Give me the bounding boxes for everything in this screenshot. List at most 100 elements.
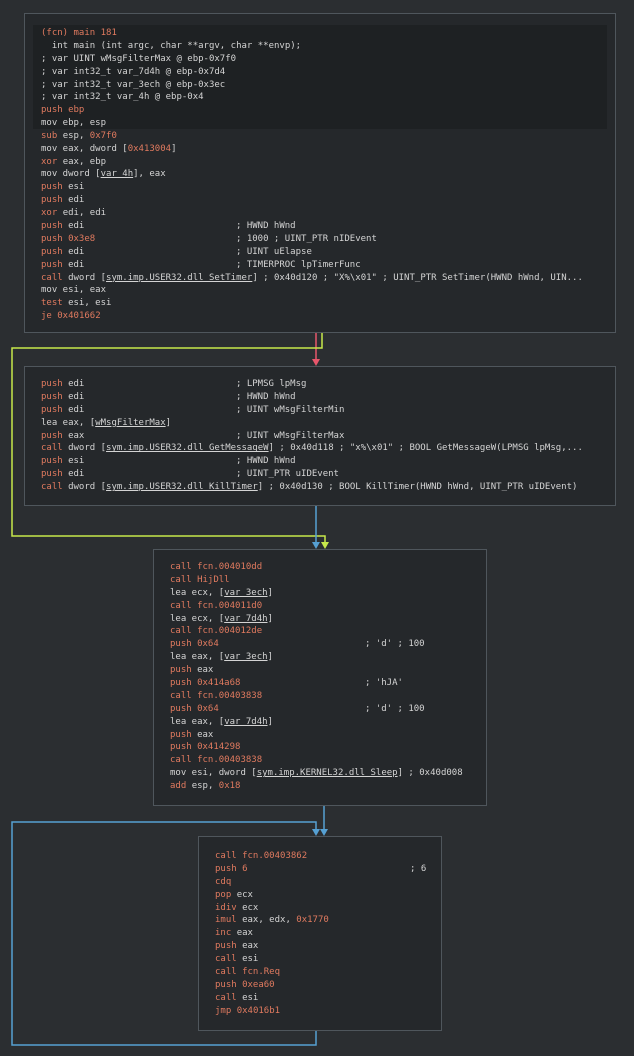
asm-line[interactable]: push edi	[41, 194, 583, 207]
asm-line[interactable]: push edi ; UINT wMsgFilterMin	[41, 404, 583, 417]
asm-line[interactable]: mov dword [var_4h], eax	[41, 168, 583, 181]
asm-line[interactable]: push 0x64 ; 'd' ; 100	[170, 638, 463, 651]
asm-line[interactable]: (fcn) main 181	[41, 27, 301, 40]
asm-token: ]	[267, 587, 273, 598]
basic-block-getmessage[interactable]: push edi ; LPMSG lpMsg push edi ; HWND hWnd…	[24, 366, 616, 506]
asm-line[interactable]: call fcn.00403862	[215, 850, 329, 863]
asm-line[interactable]: mov esi, dword [sym.imp.KERNEL32.dll_Sle…	[170, 767, 463, 780]
asm-comment: ; HWND hWnd	[236, 456, 296, 467]
asm-token: call HijDll	[170, 574, 230, 585]
asm-line[interactable]: push 0x414a68 ; 'hJA'	[170, 677, 463, 690]
asm-line[interactable]: xor eax, ebp	[41, 156, 583, 169]
asm-token: ] ; 0x40d008	[397, 768, 463, 779]
asm-line[interactable]: cdq	[215, 876, 329, 889]
asm-line[interactable]: ; var int32_t var_3ech @ ebp-0x3ec	[41, 79, 301, 92]
asm-token: push	[215, 979, 243, 990]
asm-token: esi, esi	[68, 298, 112, 309]
asm-token: 0x401662	[57, 311, 101, 322]
asm-token: lea ecx, [	[170, 613, 225, 624]
asm-token: var_3ech	[224, 587, 268, 598]
asm-line[interactable]: lea eax, [wMsgFilterMax]	[41, 417, 583, 430]
asm-line[interactable]: add esp, 0x18	[170, 780, 463, 793]
asm-line[interactable]: push 0x414298	[170, 741, 463, 754]
asm-comment: ; UINT wMsgFilterMax	[236, 430, 345, 441]
asm-line[interactable]: push 0xea60	[215, 979, 329, 992]
asm-line[interactable]: call esi	[215, 953, 329, 966]
asm-line[interactable]: ; var int32_t var_7d4h @ ebp-0x7d4	[41, 66, 301, 79]
asm-line[interactable]: idiv ecx	[215, 902, 329, 915]
asm-token: eax, edx,	[242, 915, 297, 926]
asm-line[interactable]: jmp 0x4016b1	[215, 1005, 329, 1018]
asm-token: imul	[215, 915, 243, 926]
asm-line[interactable]: call dword [sym.imp.USER32.dll_GetMessag…	[41, 442, 583, 455]
asm-line[interactable]: push esi ; HWND hWnd	[41, 455, 583, 468]
asm-line[interactable]: push eax	[215, 940, 329, 953]
asm-token: lea eax, [	[170, 652, 225, 663]
asm-line[interactable]: ; var UINT wMsgFilterMax @ ebp-0x7f0	[41, 53, 301, 66]
asm-token: sym.imp.USER32.dll_KillTimer	[106, 482, 258, 493]
asm-token: sym.imp.USER32.dll_SetTimer	[106, 272, 253, 283]
basic-block-setup[interactable]: call fcn.004010dd call HijDll lea ecx, [va…	[153, 549, 487, 806]
asm-token: ]	[267, 652, 273, 663]
asm-line[interactable]: lea ecx, [var_7d4h]	[170, 613, 463, 626]
arrow-loop-back	[312, 829, 320, 836]
asm-line[interactable]: push 0x64 ; 'd' ; 100	[170, 703, 463, 716]
asm-line[interactable]: mov esi, eax	[41, 284, 583, 297]
asm-line[interactable]: pop ecx	[215, 889, 329, 902]
asm-line[interactable]: push 0x3e8 ; 1000 ; UINT_PTR nIDEvent	[41, 233, 583, 246]
asm-line[interactable]: call fcn.004012de	[170, 625, 463, 638]
asm-line[interactable]: sub esp, 0x7f0	[41, 130, 583, 143]
asm-line[interactable]: push ebp	[41, 104, 583, 117]
asm-line[interactable]: call fcn.00403838	[170, 690, 463, 703]
asm-token: esi	[242, 954, 259, 965]
asm-line[interactable]: call HijDll	[170, 574, 463, 587]
asm-token: eax	[242, 941, 259, 952]
asm-comment: ; 1000 ; UINT_PTR nIDEvent	[236, 233, 377, 244]
asm-line[interactable]: lea ecx, [var_3ech]	[170, 587, 463, 600]
asm-line[interactable]: call fcn.004010dd	[170, 561, 463, 574]
asm-token: sym.imp.KERNEL32.dll_Sleep	[256, 768, 398, 779]
asm-comment: ; TIMERPROC lpTimerFunc	[236, 259, 361, 270]
asm-token: edi	[68, 259, 85, 270]
asm-token: ] ; 0x40d120 ; "X%\x01" ; UINT_PTR SetTi…	[252, 272, 583, 283]
asm-comment: ; UINT_PTR uIDEvent	[236, 469, 339, 480]
asm-line[interactable]: mov ebp, esp	[41, 117, 583, 130]
asm-line[interactable]: call esi	[215, 992, 329, 1005]
asm-line[interactable]: push edi ; UINT_PTR uIDEvent	[41, 468, 583, 481]
asm-token: push	[215, 941, 243, 952]
asm-token: idiv	[215, 902, 243, 913]
asm-line[interactable]: int main (int argc, char **argv, char **…	[41, 40, 301, 53]
asm-line[interactable]: push edi ; UINT uElapse	[41, 246, 583, 259]
asm-line[interactable]: lea eax, [var_3ech]	[170, 651, 463, 664]
asm-line[interactable]: call fcn.004011d0	[170, 600, 463, 613]
asm-line[interactable]: imul eax, edx, 0x1770	[215, 914, 329, 927]
asm-line[interactable]: call fcn.00403838	[170, 754, 463, 767]
basic-block-loop[interactable]: call fcn.00403862 push 6; 6 cdq pop ecx idiv…	[198, 836, 442, 1031]
asm-line[interactable]: push edi ; HWND hWnd	[41, 220, 583, 233]
asm-line[interactable]: push edi ; HWND hWnd	[41, 391, 583, 404]
asm-line[interactable]: ; var int32_t var_4h @ ebp-0x4	[41, 91, 301, 104]
asm-line[interactable]: push eax ; UINT wMsgFilterMax	[41, 430, 583, 443]
asm-line[interactable]: test esi, esi	[41, 297, 583, 310]
asm-line[interactable]: lea eax, [var_7d4h]	[170, 716, 463, 729]
asm-token: esi	[68, 182, 85, 193]
asm-line[interactable]: je 0x401662	[41, 310, 583, 323]
asm-line[interactable]: inc eax	[215, 927, 329, 940]
asm-token: push	[170, 665, 198, 676]
asm-token: edi	[68, 221, 85, 232]
asm-line[interactable]: call fcn.Req	[215, 966, 329, 979]
asm-line[interactable]: push edi ; TIMERPROC lpTimerFunc	[41, 259, 583, 272]
asm-line[interactable]: push 6 ; 6	[215, 863, 426, 876]
asm-line[interactable]: mov eax, dword [0x413004]	[41, 143, 583, 156]
arrow-jump-2	[320, 829, 328, 836]
asm-token: pop	[215, 889, 237, 900]
asm-line[interactable]: xor edi, edi	[41, 207, 583, 220]
asm-line[interactable]: push esi	[41, 181, 583, 194]
asm-line[interactable]: call dword [sym.imp.USER32.dll_KillTimer…	[41, 481, 583, 494]
asm-line[interactable]: push eax	[170, 729, 463, 742]
asm-token: push	[41, 233, 69, 244]
basic-block-main[interactable]: (fcn) main 181 int main (int argc, char …	[24, 13, 616, 333]
asm-line[interactable]: push edi ; LPMSG lpMsg	[41, 378, 583, 391]
asm-line[interactable]: push eax	[170, 664, 463, 677]
asm-line[interactable]: call dword [sym.imp.USER32.dll_SetTimer]…	[41, 272, 583, 285]
